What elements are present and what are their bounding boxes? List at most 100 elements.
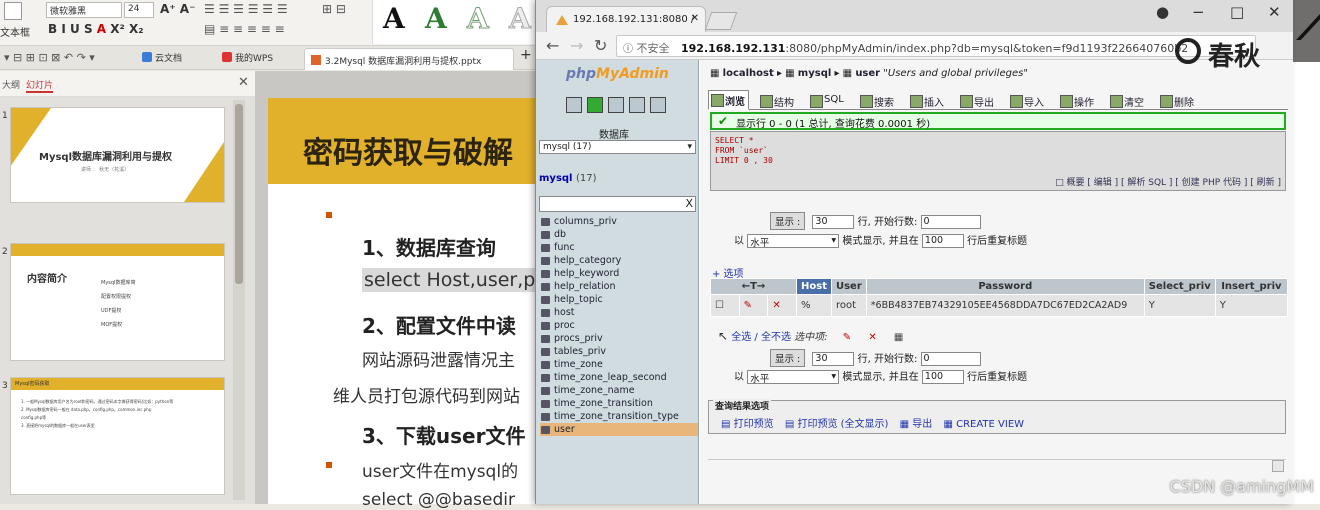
slides-tab[interactable]: 幻灯片 bbox=[26, 78, 54, 93]
resize-handle-icon[interactable] bbox=[1272, 460, 1284, 472]
delete-icon[interactable]: ✕ bbox=[767, 294, 797, 317]
thumb-slide-1[interactable]: Mysql数据库漏洞利用与提权 讲师 ： 秋无（花溪） bbox=[10, 107, 225, 203]
column-header-nav[interactable]: ←T→ bbox=[710, 278, 797, 295]
align-icons[interactable]: ▤ ≡ ≡ ≡ ≡ ≡ bbox=[204, 22, 285, 36]
sql-query-icon[interactable] bbox=[608, 97, 624, 113]
repeat-headers-input[interactable]: 100 bbox=[921, 234, 964, 248]
table-item[interactable]: time_zone_transition_type bbox=[540, 410, 698, 423]
tab-drop[interactable]: 删除 bbox=[1158, 92, 1197, 109]
start-row-input[interactable]: 0 bbox=[920, 215, 981, 229]
edit-icon[interactable]: ✎ bbox=[738, 294, 769, 317]
help-icon[interactable] bbox=[650, 97, 666, 113]
export-selected-icon[interactable]: ▦ bbox=[894, 332, 903, 343]
rows-input-bottom[interactable]: 30 bbox=[812, 352, 855, 366]
maximize-icon[interactable]: □ bbox=[1230, 3, 1244, 21]
table-item[interactable]: time_zone_leap_second bbox=[540, 371, 698, 384]
table-item[interactable]: time_zone_name bbox=[540, 384, 698, 397]
current-database-link[interactable]: mysql (17) bbox=[539, 173, 597, 184]
tab-import[interactable]: 导入 bbox=[1008, 92, 1047, 109]
tab-search[interactable]: 搜索 bbox=[858, 92, 897, 109]
paragraph-icons[interactable]: ☰ ☰ ☰ ☰ ☰ ☰ bbox=[204, 2, 288, 16]
table-item[interactable]: help_keyword bbox=[540, 267, 698, 280]
add-tab-icon[interactable]: + bbox=[520, 47, 532, 63]
table-item[interactable]: procs_priv bbox=[540, 332, 698, 345]
table-item[interactable]: columns_priv bbox=[540, 215, 698, 228]
row-checkbox[interactable]: ☐ bbox=[710, 294, 740, 317]
arrange-icons[interactable]: ⊞ ⊟ bbox=[322, 2, 346, 16]
reload-icon[interactable]: ↻ bbox=[594, 36, 607, 55]
create-view-link[interactable]: CREATE VIEW bbox=[956, 419, 1024, 430]
breadcrumb-server[interactable]: localhost bbox=[723, 68, 774, 79]
text-styles-gallery[interactable]: A A A A bbox=[372, 0, 542, 44]
text-style-green-icon[interactable]: A bbox=[425, 2, 447, 35]
new-tab-button[interactable] bbox=[704, 12, 738, 30]
start-row-input-bottom[interactable]: 0 bbox=[920, 352, 981, 366]
table-filter-input[interactable]: X bbox=[539, 196, 696, 212]
column-header-host[interactable]: Host bbox=[796, 278, 832, 295]
table-item[interactable]: db bbox=[540, 228, 698, 241]
thumb-slide-2[interactable]: 内容简介 Mysql数据库简 配置权限提权 UDF提权 MOF提权 bbox=[10, 243, 225, 361]
show-button[interactable]: 显示 : bbox=[770, 212, 806, 230]
text-style-outline-icon[interactable]: A bbox=[467, 2, 490, 36]
tab-operations[interactable]: 操作 bbox=[1058, 92, 1097, 109]
database-select[interactable]: mysql (17) ▾ bbox=[539, 140, 696, 154]
tab-sql[interactable]: SQL bbox=[808, 92, 847, 109]
table-item[interactable]: time_zone_transition bbox=[540, 397, 698, 410]
print-view-full-link[interactable]: 打印预览 (全文显示) bbox=[797, 419, 888, 430]
grow-font-icon[interactable]: A⁺ A⁻ bbox=[160, 2, 195, 16]
rows-input[interactable]: 30 bbox=[812, 215, 855, 229]
textbox-icon[interactable] bbox=[4, 2, 22, 20]
breadcrumb-table[interactable]: user bbox=[855, 68, 880, 79]
delete-selected-icon[interactable]: ✕ bbox=[868, 332, 876, 343]
table-item[interactable]: time_zone bbox=[540, 358, 698, 371]
sql-query-links[interactable]: □ 概要 [ 编辑 ] [ 解析 SQL ] [ 创建 PHP 代码 ] [ 刷… bbox=[1055, 175, 1281, 188]
font-name-select[interactable]: 微软雅黑 bbox=[46, 2, 122, 18]
back-icon[interactable]: ← bbox=[546, 36, 559, 55]
tab-cloud-docs[interactable]: 云文档 bbox=[142, 51, 182, 64]
home-icon[interactable] bbox=[566, 97, 582, 113]
column-header-insert-priv[interactable]: Insert_priv bbox=[1214, 278, 1289, 295]
tab-empty[interactable]: 清空 bbox=[1108, 92, 1147, 109]
format-buttons[interactable]: B I U S A X² X₂ bbox=[48, 22, 143, 36]
thumbnails-scrollbar[interactable] bbox=[233, 100, 245, 500]
phpmyadmin-logo[interactable]: phpMyAdmin bbox=[566, 66, 669, 82]
export-link[interactable]: 导出 bbox=[912, 419, 932, 430]
show-button-bottom[interactable]: 显示 : bbox=[770, 349, 806, 367]
mode-select[interactable]: 水平 ▾ bbox=[747, 234, 840, 249]
font-size-select[interactable]: 24 bbox=[124, 2, 154, 18]
column-header-select-priv[interactable]: Select_priv bbox=[1143, 278, 1216, 295]
thumb-slide-3[interactable]: Mysql密码获取 1. 一般Mysql数据库用户名为root和密码，通过密码本… bbox=[10, 377, 225, 495]
exit-icon[interactable] bbox=[587, 97, 603, 113]
breadcrumb-database[interactable]: mysql bbox=[798, 68, 831, 79]
browser-tab[interactable]: 192.168.192.131:8080 / ✕ bbox=[546, 6, 706, 32]
quick-access-icons[interactable]: ▾ ⊟ ⊞ ⊡ ⊠ ↶ ↷ ▾ bbox=[4, 51, 95, 64]
tab-active-pptx[interactable]: 3.2Mysql 数据库漏洞利用与提权.pptx bbox=[304, 48, 514, 70]
table-item[interactable]: help_topic bbox=[540, 293, 698, 306]
text-style-black-icon[interactable]: A bbox=[383, 2, 405, 35]
tab-insert[interactable]: 插入 bbox=[908, 92, 947, 109]
repeat-headers-input-bottom[interactable]: 100 bbox=[921, 370, 964, 384]
docs-icon[interactable] bbox=[629, 97, 645, 113]
close-panel-icon[interactable]: ✕ bbox=[238, 75, 249, 90]
minimize-icon[interactable]: − bbox=[1192, 3, 1205, 21]
close-tab-icon[interactable]: ✕ bbox=[691, 13, 699, 24]
clear-filter-icon[interactable]: X bbox=[685, 197, 693, 210]
table-item[interactable]: proc bbox=[540, 319, 698, 332]
text-style-light-icon[interactable]: A bbox=[509, 2, 532, 36]
column-header-user[interactable]: User bbox=[830, 278, 867, 295]
tab-my-wps[interactable]: 我的WPS bbox=[222, 51, 273, 64]
table-item[interactable]: help_relation bbox=[540, 280, 698, 293]
table-item[interactable]: host bbox=[540, 306, 698, 319]
table-item-selected[interactable]: user bbox=[540, 423, 698, 436]
tab-browse[interactable]: 浏览 bbox=[708, 90, 749, 110]
mode-select-bottom[interactable]: 水平 ▾ bbox=[747, 370, 840, 385]
select-all-link[interactable]: 全选 / 全不选 bbox=[731, 332, 791, 343]
edit-selected-icon[interactable]: ✎ bbox=[843, 332, 851, 343]
forward-icon[interactable]: → bbox=[570, 36, 583, 55]
profile-icon[interactable]: ● bbox=[1156, 3, 1169, 21]
close-window-icon[interactable]: ✕ bbox=[1268, 3, 1281, 21]
tab-export[interactable]: 导出 bbox=[958, 92, 997, 109]
outline-tab[interactable]: 大纲 bbox=[2, 78, 20, 91]
table-item[interactable]: func bbox=[540, 241, 698, 254]
print-view-link[interactable]: 打印预览 bbox=[734, 419, 774, 430]
